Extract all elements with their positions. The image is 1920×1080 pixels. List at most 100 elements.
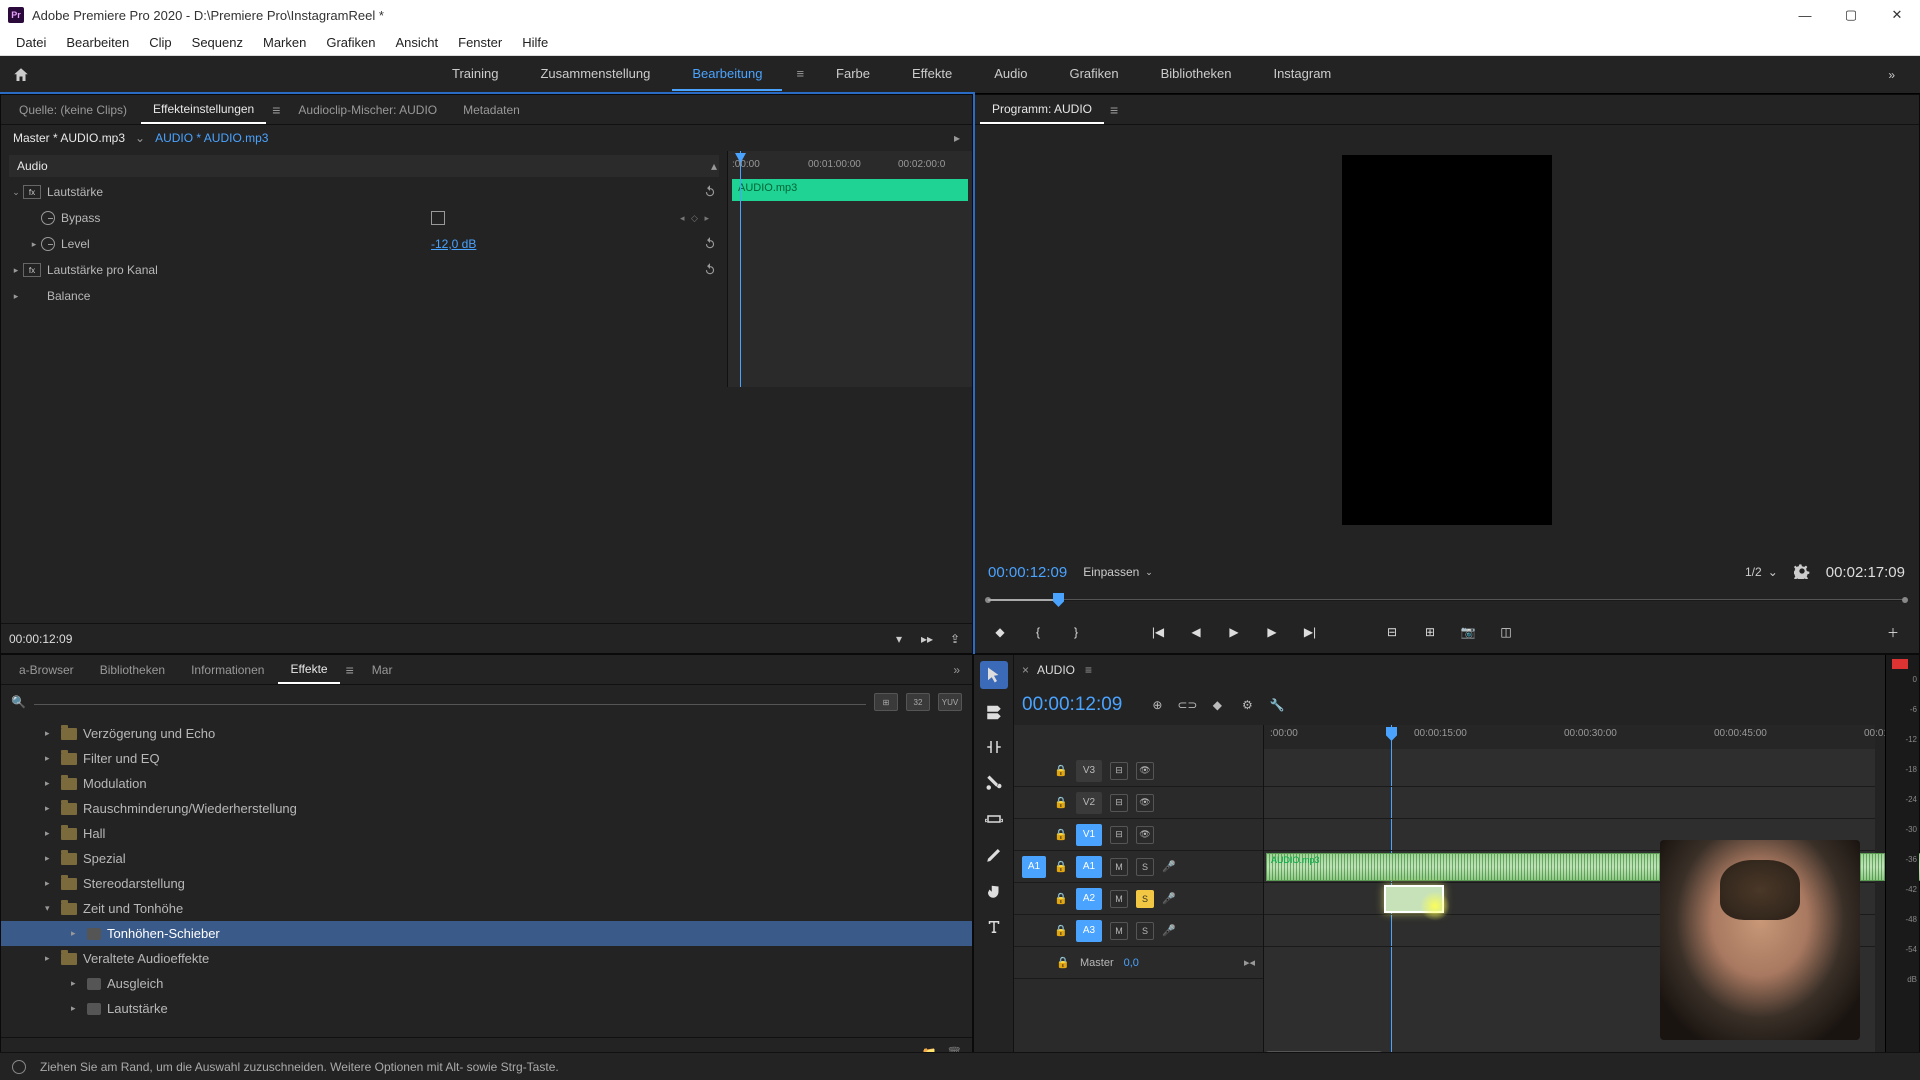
mark-in-button[interactable]: { [1026,620,1050,644]
snap-icon[interactable]: ⊕ [1146,694,1168,716]
mute-a1[interactable]: M [1110,858,1128,876]
voiceover-a1-icon[interactable]: 🎤 [1162,860,1176,873]
track-select-tool[interactable] [980,697,1008,725]
eye-v2[interactable]: 👁 [1136,794,1154,812]
filter-icon[interactable]: ▾ [890,630,908,648]
workspace-bibliotheken[interactable]: Bibliotheken [1141,58,1252,91]
scrub-playhead[interactable] [1053,593,1064,607]
workspace-effekte[interactable]: Effekte [892,58,972,91]
toggle-v2[interactable]: ⊟ [1110,794,1128,812]
track-v1[interactable]: V1 [1076,824,1102,846]
type-tool[interactable] [980,913,1008,941]
reset-level-icon[interactable] [703,236,719,252]
mute-a2[interactable]: M [1110,890,1128,908]
track-a2[interactable]: A2 [1076,888,1102,910]
effect-clip-bar[interactable]: AUDIO.mp3 [732,179,968,201]
mark-out-button[interactable]: } [1064,620,1088,644]
play-only-audio-icon[interactable]: ▸ [954,131,960,145]
go-to-in-button[interactable]: |◀ [1146,620,1170,644]
play-around-icon[interactable]: ▸▸ [918,630,936,648]
selection-tool[interactable] [980,661,1008,689]
workspace-training[interactable]: Training [432,58,518,91]
step-back-button[interactable]: ◀ [1184,620,1208,644]
slip-tool[interactable] [980,805,1008,833]
mute-a3[interactable]: M [1110,922,1128,940]
workspace-farbe[interactable]: Farbe [816,58,890,91]
tab-markers[interactable]: Mar [360,657,405,683]
expand-channel-volume[interactable]: ▸ [9,265,23,276]
tree-node[interactable]: Tonhöhen-Schieber [1,921,972,946]
lock-v2-icon[interactable]: 🔒 [1054,796,1068,809]
stopwatch-bypass-icon[interactable] [41,211,55,225]
tab-info[interactable]: Informationen [179,657,276,683]
menu-hilfe[interactable]: Hilfe [512,32,558,53]
master-out-icon[interactable]: ▸◂ [1244,956,1255,969]
export-icon[interactable]: ⇪ [946,630,964,648]
menu-marken[interactable]: Marken [253,32,316,53]
menu-ansicht[interactable]: Ansicht [385,32,448,53]
tree-node[interactable]: Lautstärke [1,996,972,1021]
workspace-zusammenstellung[interactable]: Zusammenstellung [520,58,670,91]
eye-v3[interactable]: 👁 [1136,762,1154,780]
track-v3[interactable]: V3 [1076,760,1102,782]
voiceover-a2-icon[interactable]: 🎤 [1162,892,1176,905]
comparison-button[interactable]: ◫ [1494,620,1518,644]
lock-a3-icon[interactable]: 🔒 [1054,924,1068,937]
program-tab-menu-icon[interactable]: ≡ [1106,102,1122,118]
settings-wrench-icon[interactable] [1794,563,1810,582]
timeline-timecode[interactable]: 00:00:12:09 [1022,694,1122,716]
home-button[interactable] [10,64,32,86]
program-timecode[interactable]: 00:00:12:09 [988,564,1067,581]
tab-media-browser[interactable]: a-Browser [7,657,86,683]
expand-volume[interactable]: ⌄ [9,187,23,198]
expand-level[interactable]: ▸ [27,239,41,250]
fx-badge[interactable]: fx [23,185,41,199]
tree-node[interactable]: Veraltete Audioeffekte [1,946,972,971]
tab-overflow-icon[interactable]: » [947,663,966,677]
close-sequence-icon[interactable]: × [1022,663,1029,677]
lock-v1-icon[interactable]: 🔒 [1054,828,1068,841]
fx-badge-channel[interactable]: fx [23,263,41,277]
fit-dropdown[interactable]: Einpassen⌄ [1083,565,1153,579]
linked-clip-label[interactable]: AUDIO * AUDIO.mp3 [155,131,268,145]
tab-effects[interactable]: Effekte [278,656,339,684]
workspace-menu-icon[interactable]: ≡ [786,58,814,91]
stopwatch-level-icon[interactable] [41,237,55,251]
ripple-edit-tool[interactable] [980,733,1008,761]
tree-node[interactable]: Spezial [1,846,972,871]
track-v2[interactable]: V2 [1076,792,1102,814]
timeline-ruler[interactable]: :00:00 00:00:15:00 00:00:30:00 00:00:45:… [1264,725,1875,749]
program-scrubber[interactable] [988,589,1905,611]
linked-selection-icon[interactable]: ⊂⊃ [1176,694,1198,716]
workspace-bearbeitung[interactable]: Bearbeitung [672,58,782,91]
menu-clip[interactable]: Clip [139,32,181,53]
sequence-menu-icon[interactable]: ≡ [1085,663,1092,677]
menu-grafiken[interactable]: Grafiken [316,32,385,53]
program-viewer[interactable] [1342,155,1552,525]
play-button[interactable]: ▶ [1222,620,1246,644]
tab-metadata[interactable]: Metadaten [451,97,532,123]
track-a1[interactable]: A1 [1076,856,1102,878]
tree-node[interactable]: Zeit und Tonhöhe [1,896,972,921]
tab-menu-icon[interactable]: ≡ [268,102,284,118]
export-frame-button[interactable]: 📷 [1456,620,1480,644]
tree-node[interactable]: Modulation [1,771,972,796]
solo-a1[interactable]: S [1136,858,1154,876]
step-forward-button[interactable]: ▶ [1260,620,1284,644]
lock-v3-icon[interactable]: 🔒 [1054,764,1068,777]
workspace-overflow-icon[interactable]: » [1873,60,1910,90]
solo-a2[interactable]: S [1136,890,1154,908]
sequence-name[interactable]: AUDIO [1037,663,1075,677]
collapse-icon[interactable]: ▴ [711,159,717,173]
workspace-audio[interactable]: Audio [974,58,1047,91]
add-marker-icon[interactable]: ◆ [1206,694,1228,716]
hand-tool[interactable] [980,877,1008,905]
timeline-settings-icon[interactable]: ⚙ [1236,694,1258,716]
timeline-wrench-icon[interactable]: 🔧 [1266,694,1288,716]
maximize-button[interactable]: ▢ [1828,0,1874,30]
eye-v1[interactable]: 👁 [1136,826,1154,844]
close-button[interactable]: ✕ [1874,0,1920,30]
audio-clip-a2-selected[interactable] [1384,885,1444,913]
toggle-v3[interactable]: ⊟ [1110,762,1128,780]
tree-node[interactable]: Rauschminderung/Wiederherstellung [1,796,972,821]
